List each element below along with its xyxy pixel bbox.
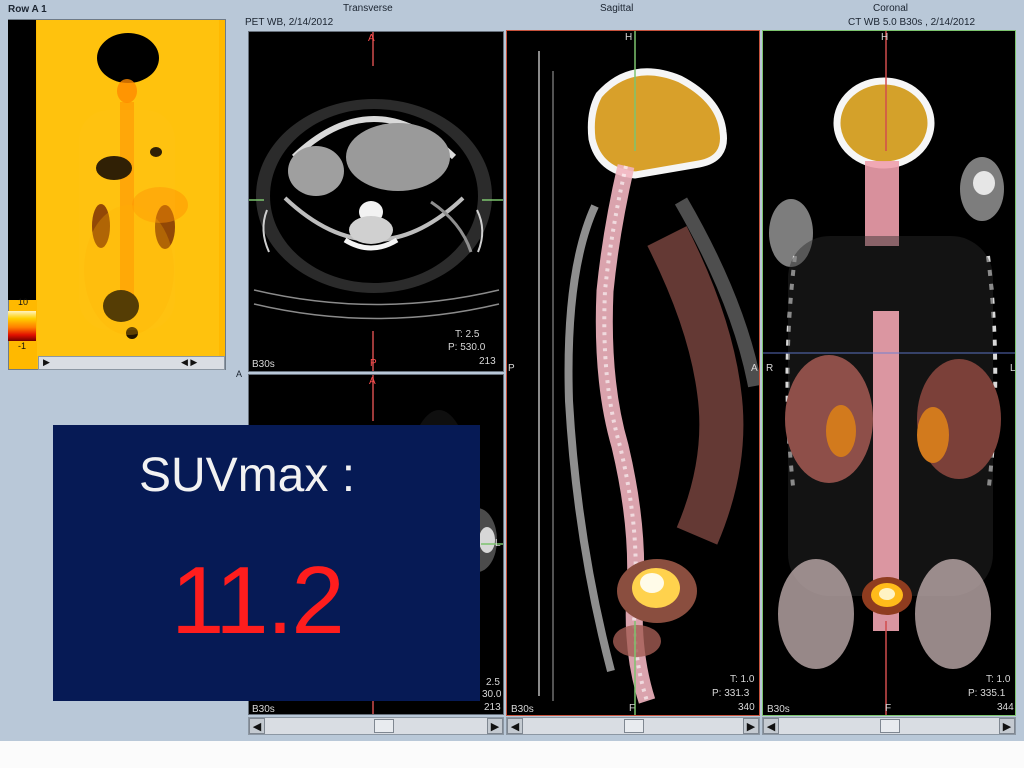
coronal-scroll-thumb[interactable] — [880, 719, 900, 733]
coronal-t-label: T: 1.0 — [986, 674, 1011, 685]
left-a-label: A — [236, 369, 243, 379]
coronal-scroll-left-icon[interactable]: ◀ — [763, 718, 779, 734]
sagittal-left-label: P — [508, 363, 515, 374]
sagittal-t-label: T: 1.0 — [730, 674, 755, 685]
sagittal-right-label: A — [751, 363, 758, 374]
suvmax-title: SUVmax : — [139, 449, 356, 502]
sagittal-viewer[interactable] — [506, 30, 760, 716]
sagittal-bottom-label: F — [629, 703, 636, 714]
transverse-t-label: T: 2.5 — [455, 329, 480, 340]
sagittal-title: Sagittal — [600, 3, 634, 14]
row-label: Row A 1 — [8, 4, 47, 15]
lower-transverse-number-label: 213 — [484, 702, 501, 713]
pet-info: PET WB, 2/14/2012 — [245, 17, 334, 28]
coronal-b30s-label: B30s — [767, 704, 790, 715]
bottom-white-strip — [0, 741, 1024, 768]
transverse-number-label: 213 — [479, 356, 496, 367]
pet-mip-image — [9, 20, 225, 369]
coronal-left-label: R — [766, 363, 774, 374]
mip-play-right-icons[interactable]: ◀ ▶ — [181, 358, 197, 367]
coronal-viewer[interactable] — [762, 30, 1016, 716]
transverse-image-top — [249, 32, 503, 371]
scale-top-label: 10 — [18, 297, 29, 307]
lower-transverse-top-label: A — [369, 376, 376, 387]
mip-play-left-icon[interactable]: ▶ — [43, 358, 50, 367]
transverse-p-label: P: 530.0 — [448, 342, 486, 353]
coronal-right-label: L — [1010, 363, 1016, 374]
transverse-scroll-right-icon[interactable]: ▶ — [487, 718, 503, 734]
sagittal-scroll-thumb[interactable] — [624, 719, 644, 733]
coronal-title: Coronal — [873, 3, 909, 14]
scale-bar — [8, 20, 36, 300]
coronal-top-label: H — [881, 32, 889, 43]
color-scale — [8, 311, 36, 341]
sagittal-p-label: P: 331.3 — [712, 688, 750, 699]
sagittal-top-label: H — [625, 32, 633, 43]
pet-mip-viewer[interactable] — [8, 19, 226, 370]
lower-transverse-t-label: 2.5 — [486, 677, 500, 688]
coronal-scroll-right-icon[interactable]: ▶ — [999, 718, 1015, 734]
sagittal-b30s-label: B30s — [511, 704, 534, 715]
transverse-scroll-thumb[interactable] — [374, 719, 394, 733]
lower-transverse-right-label: L — [495, 538, 501, 549]
sagittal-scroll-left-icon[interactable]: ◀ — [507, 718, 523, 734]
sagittal-scroll-right-icon[interactable]: ▶ — [743, 718, 759, 734]
scale-bottom-label: -1 — [18, 341, 27, 351]
sagittal-number-label: 340 — [738, 702, 755, 713]
sagittal-image — [507, 31, 759, 715]
coronal-number-label: 344 — [997, 702, 1014, 713]
transverse-bottom-label: P — [370, 358, 377, 369]
transverse-b30s-label: B30s — [252, 359, 275, 370]
lower-transverse-b30s-label: B30s — [252, 704, 275, 715]
transverse-viewer-top[interactable] — [248, 31, 504, 372]
transverse-scroll-left-icon[interactable]: ◀ — [249, 718, 265, 734]
transverse-top-label: A — [368, 33, 375, 44]
transverse-title: Transverse — [343, 3, 393, 14]
lower-transverse-p-label: 30.0 — [482, 689, 502, 700]
suvmax-value: 11.2 — [171, 547, 345, 654]
coronal-p-label: P: 335.1 — [968, 688, 1006, 699]
coronal-image — [763, 31, 1015, 715]
ct-info: CT WB 5.0 B30s , 2/14/2012 — [848, 17, 976, 28]
coronal-bottom-label: F — [885, 703, 892, 714]
